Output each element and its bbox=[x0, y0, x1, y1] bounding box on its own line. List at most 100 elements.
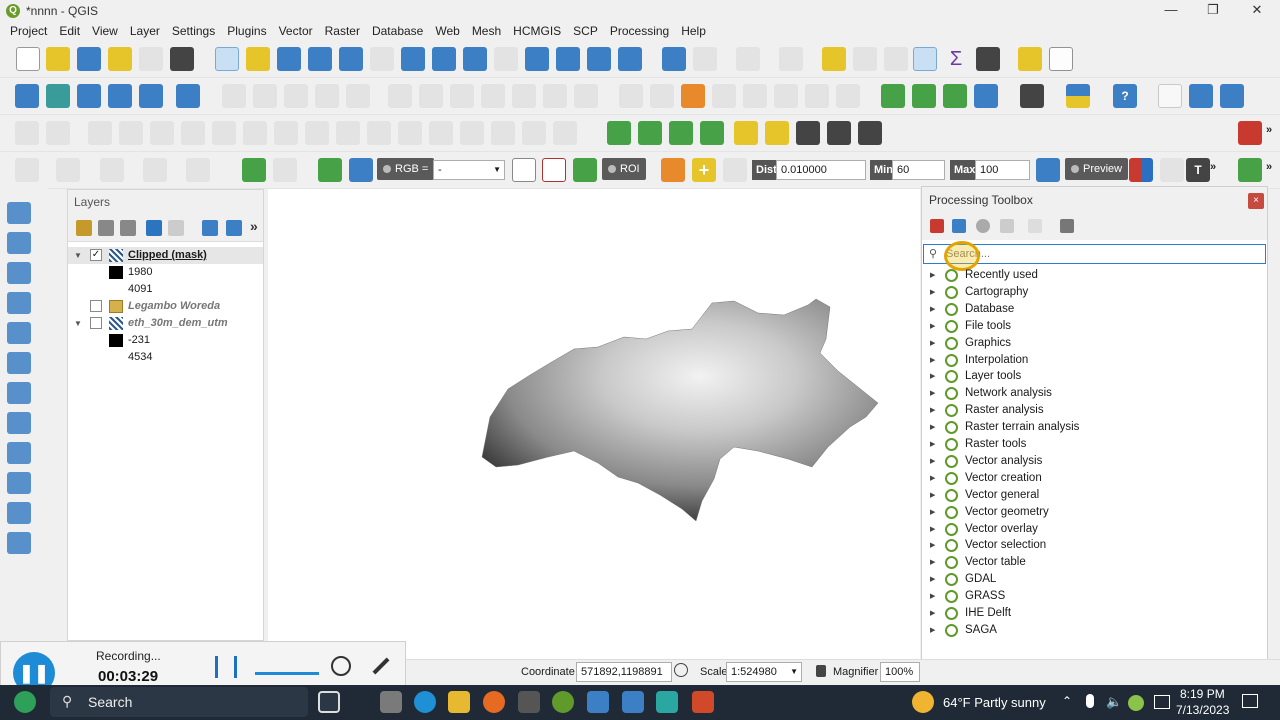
delete-ring-icon[interactable] bbox=[274, 121, 298, 145]
options-icon[interactable] bbox=[1060, 219, 1074, 233]
map-tips-icon[interactable] bbox=[1018, 47, 1042, 71]
toolbox-group-graphics[interactable]: ▶ Graphics bbox=[922, 335, 1262, 352]
toolbox-group-vector-general[interactable]: ▶ Vector general bbox=[922, 487, 1262, 504]
rgb-toggle[interactable]: RGB = bbox=[377, 158, 435, 180]
clock-time[interactable]: 8:19 PM bbox=[1180, 687, 1225, 701]
menu-settings[interactable]: Settings bbox=[166, 24, 221, 38]
add-part-icon[interactable] bbox=[212, 121, 236, 145]
identify-icon[interactable] bbox=[662, 47, 686, 71]
trim-extend-icon[interactable] bbox=[522, 121, 546, 145]
results-viewer-icon[interactable] bbox=[1000, 219, 1014, 233]
zoom-next-icon[interactable] bbox=[494, 47, 518, 71]
layer-visibility-checkbox[interactable] bbox=[90, 317, 102, 329]
toolbox-search-box[interactable]: ⚲ bbox=[923, 241, 1266, 271]
close-panel-icon[interactable]: × bbox=[1248, 193, 1264, 209]
search-app-icon[interactable] bbox=[622, 691, 644, 713]
minimize-button[interactable]: — bbox=[1148, 0, 1194, 21]
sun-add-icon[interactable] bbox=[765, 121, 789, 145]
restore-button[interactable]: ❐ bbox=[1190, 0, 1236, 21]
create-roi-icon[interactable] bbox=[661, 158, 685, 182]
filter-expression-icon[interactable] bbox=[168, 220, 184, 236]
toggle-preview-t-icon[interactable]: T bbox=[1186, 158, 1210, 182]
field-calculator-icon[interactable] bbox=[884, 47, 908, 71]
add-wms-icon[interactable] bbox=[7, 412, 31, 434]
toolbox-group-vector-creation[interactable]: ▶ Vector creation bbox=[922, 470, 1262, 487]
expand-arrow-icon[interactable]: ▶ bbox=[930, 521, 935, 538]
toolbox-group-raster-tools[interactable]: ▶ Raster tools bbox=[922, 436, 1262, 453]
menu-scp[interactable]: SCP bbox=[567, 24, 604, 38]
toolbox-group-recently-used[interactable]: ▶ Recently used bbox=[922, 267, 1262, 284]
reshape-features-icon[interactable] bbox=[88, 121, 112, 145]
toolbox-group-grass[interactable]: ▶ GRASS bbox=[922, 588, 1262, 605]
expand-arrow-icon[interactable]: ▶ bbox=[930, 554, 935, 571]
scale-combo[interactable]: 1:524980 ▼ bbox=[726, 662, 802, 682]
models-icon[interactable] bbox=[930, 219, 944, 233]
zoom-native-icon[interactable] bbox=[432, 47, 456, 71]
expand-arrow-icon[interactable]: ▶ bbox=[930, 470, 935, 487]
new-geopackage-layer-icon[interactable] bbox=[46, 84, 70, 108]
pan-map-icon[interactable] bbox=[215, 47, 239, 71]
menu-raster[interactable]: Raster bbox=[319, 24, 366, 38]
circle-digitize-icon[interactable] bbox=[56, 158, 80, 182]
deselect-all-icon[interactable] bbox=[822, 47, 846, 71]
add-postgis-icon[interactable] bbox=[7, 382, 31, 404]
scp-input-image-icon[interactable] bbox=[318, 158, 342, 182]
shape-digitizing-icon[interactable] bbox=[46, 121, 70, 145]
simplify-features-icon[interactable] bbox=[150, 121, 174, 145]
histogram-icon[interactable] bbox=[607, 121, 631, 145]
add-virtual-layer-icon[interactable] bbox=[176, 84, 200, 108]
edge-browser-icon[interactable] bbox=[414, 691, 436, 713]
toolbox-group-interpolation[interactable]: ▶ Interpolation bbox=[922, 352, 1262, 369]
toolbox-group-vector-overlay[interactable]: ▶ Vector overlay bbox=[922, 521, 1262, 538]
filter-legend-icon[interactable] bbox=[146, 220, 162, 236]
new-project-icon[interactable] bbox=[16, 47, 40, 71]
layer-visibility-checkbox[interactable] bbox=[90, 300, 102, 312]
expand-arrow-icon[interactable]: ▶ bbox=[930, 267, 935, 284]
menu-hcmgis[interactable]: HCMGIS bbox=[507, 24, 567, 38]
fill-ring-icon[interactable] bbox=[243, 121, 267, 145]
volume-slider[interactable] bbox=[255, 672, 319, 675]
select-features-icon[interactable] bbox=[736, 47, 760, 71]
rotate-point-icon[interactable] bbox=[460, 121, 484, 145]
zoom-roi-icon[interactable] bbox=[1036, 158, 1060, 182]
scripts-icon[interactable] bbox=[952, 219, 966, 233]
expand-arrow-icon[interactable]: ▶ bbox=[930, 588, 935, 605]
expand-arrow-icon[interactable]: ▶ bbox=[930, 402, 935, 419]
toolbox-group-database[interactable]: ▶ Database bbox=[922, 301, 1262, 318]
cut-features-icon[interactable] bbox=[450, 84, 474, 108]
delete-part-icon[interactable] bbox=[305, 121, 329, 145]
add-delimited-text-icon[interactable] bbox=[7, 292, 31, 314]
toolbox-group-layer-tools[interactable]: ▶ Layer tools bbox=[922, 368, 1262, 385]
expand-arrow-icon[interactable]: ▶ bbox=[930, 571, 935, 588]
preview-toggle[interactable]: Preview bbox=[1065, 158, 1129, 180]
expand-arrow-icon[interactable]: ▶ bbox=[930, 419, 935, 436]
lock-icon[interactable] bbox=[816, 665, 826, 677]
expand-arrow-icon[interactable]: ▼ bbox=[74, 315, 82, 332]
split-parts-icon[interactable] bbox=[367, 121, 391, 145]
ime-icon[interactable] bbox=[1154, 695, 1170, 709]
layer-row-legambo-woreda[interactable]: Legambo Woreda bbox=[68, 298, 263, 315]
settings-cog-icon[interactable] bbox=[796, 121, 820, 145]
toolbar-overflow-icon[interactable]: » bbox=[1266, 124, 1272, 136]
new-temp-layer-icon[interactable] bbox=[7, 532, 31, 554]
highlight-label-icon[interactable] bbox=[743, 84, 767, 108]
merge-features-icon[interactable] bbox=[398, 121, 422, 145]
zoom-layer-icon[interactable] bbox=[401, 47, 425, 71]
toolbox-group-ihe-delft[interactable]: ▶ IHE Delft bbox=[922, 605, 1262, 622]
add-ring-icon[interactable] bbox=[181, 121, 205, 145]
vertex-tool-icon[interactable] bbox=[284, 84, 308, 108]
quick-map-services-icon[interactable] bbox=[1220, 84, 1244, 108]
create-polygon-icon[interactable] bbox=[15, 158, 39, 182]
toggle-extents-icon[interactable] bbox=[674, 663, 688, 677]
magnet-snapping-icon[interactable] bbox=[1238, 121, 1262, 145]
expand-arrow-icon[interactable]: ▶ bbox=[930, 368, 935, 385]
toolbox-search-input[interactable] bbox=[946, 245, 1246, 263]
expand-arrow-icon[interactable]: ▶ bbox=[930, 301, 935, 318]
expand-arrow-icon[interactable]: ▶ bbox=[930, 318, 935, 335]
menu-view[interactable]: View bbox=[86, 24, 124, 38]
delete-selected-icon[interactable] bbox=[419, 84, 443, 108]
regular-polygon-icon[interactable] bbox=[186, 158, 210, 182]
pan-to-selection-icon[interactable] bbox=[246, 47, 270, 71]
expand-arrow-icon[interactable]: ▶ bbox=[930, 605, 935, 622]
add-arcgis-icon[interactable] bbox=[7, 472, 31, 494]
